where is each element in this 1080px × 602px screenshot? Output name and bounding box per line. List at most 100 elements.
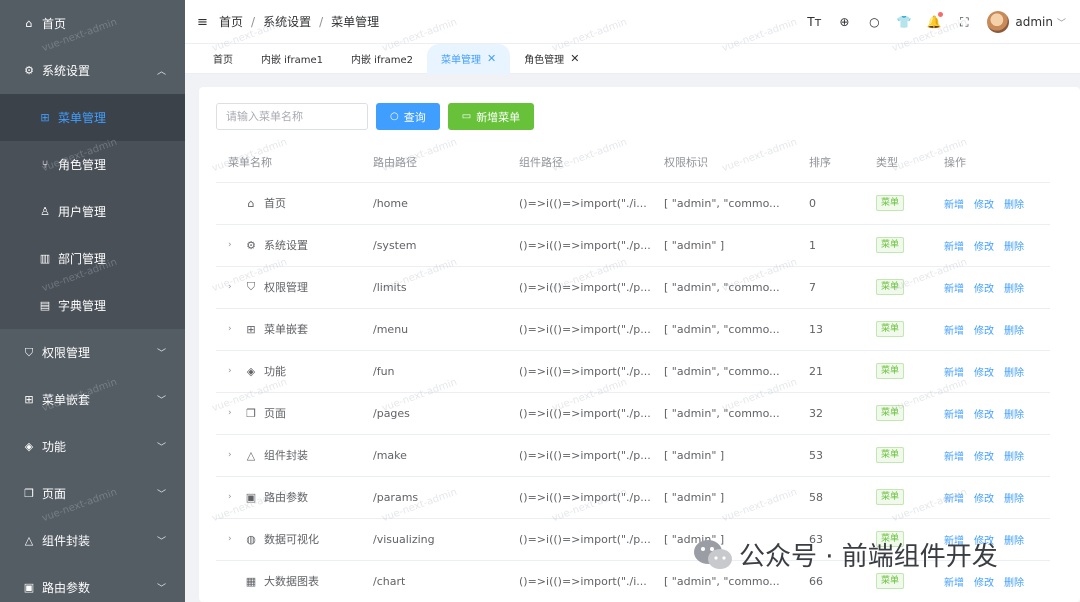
tab-iframe1[interactable]: 内嵌 iframe1 — [247, 44, 337, 74]
edit-link[interactable]: 修改 — [974, 494, 994, 505]
sidebar-item-department-management[interactable]: ▥ 部门管理 — [0, 235, 185, 282]
table-row[interactable]: › ⊞ 菜单嵌套/menu ()=>i(()=>import("./p...[ "ad… — [216, 308, 1050, 351]
cell-component: ()=>i(()=>import("./p... — [507, 434, 652, 477]
sidebar-item-permissions[interactable]: ⛉ 权限管理 ﹀ — [0, 329, 185, 376]
menu-name-search-input[interactable] — [216, 103, 368, 130]
font-size-icon[interactable]: Tт — [807, 15, 821, 29]
cell-component: ()=>i(()=>import("./p... — [507, 350, 652, 393]
sidebar-item-label: 字典管理 — [58, 299, 107, 313]
cell-path: /limits — [361, 266, 507, 309]
sidebar-item-dictionary-management[interactable]: ▤ 字典管理 — [0, 282, 185, 329]
language-icon[interactable]: ⊕ — [837, 15, 851, 29]
sidebar-item-components[interactable]: △ 组件封装 ﹀ — [0, 517, 185, 564]
fullscreen-icon[interactable]: ⛶ — [957, 15, 971, 29]
sidebar-item-nested-menu[interactable]: ⊞ 菜单嵌套 ﹀ — [0, 376, 185, 423]
delete-link[interactable]: 删除 — [1004, 410, 1024, 421]
cell-component: ()=>i(()=>import("./p... — [507, 476, 652, 519]
breadcrumb-item[interactable]: 首页 — [219, 13, 243, 30]
menu-fold-icon[interactable]: ≡ — [197, 15, 211, 30]
expand-chevron-icon[interactable]: › — [228, 366, 238, 376]
sidebar-item-functions[interactable]: ◈ 功能 ﹀ — [0, 423, 185, 470]
tab-role-management[interactable]: 角色管理 ✕ — [510, 44, 593, 74]
edit-link[interactable]: 修改 — [974, 452, 994, 463]
sidebar-item-pages[interactable]: ❐ 页面 ﹀ — [0, 470, 185, 517]
add-link[interactable]: 新增 — [944, 368, 964, 379]
sidebar-item-user-management[interactable]: ♙ 用户管理 — [0, 188, 185, 235]
edit-link[interactable]: 修改 — [974, 578, 994, 589]
close-icon[interactable]: ✕ — [487, 52, 496, 65]
chevron-down-icon[interactable]: ﹀ — [1057, 16, 1066, 29]
delete-link[interactable]: 删除 — [1004, 200, 1024, 211]
add-link[interactable]: 新增 — [944, 578, 964, 589]
edit-link[interactable]: 修改 — [974, 200, 994, 211]
table-row[interactable]: › ▣ 路由参数/params ()=>i(()=>import("./p...[ "… — [216, 476, 1050, 519]
cell-permission: [ "admin" ] — [652, 476, 797, 519]
table-row[interactable]: › ⛉ 权限管理/limits ()=>i(()=>import("./p...[ "… — [216, 266, 1050, 309]
edit-link[interactable]: 修改 — [974, 284, 994, 295]
search-icon[interactable]: ○ — [867, 15, 881, 29]
expand-chevron-icon[interactable]: › — [228, 324, 238, 334]
add-link[interactable]: 新增 — [944, 242, 964, 253]
add-link[interactable]: 新增 — [944, 200, 964, 211]
sidebar-item-menu-management[interactable]: ⊞ 菜单管理 — [0, 94, 185, 141]
add-link[interactable]: 新增 — [944, 410, 964, 421]
delete-link[interactable]: 删除 — [1004, 242, 1024, 253]
name-cell: › ❐ 页面 — [228, 405, 361, 421]
cube-icon: ◈ — [24, 440, 34, 453]
expand-chevron-icon[interactable]: › — [228, 408, 238, 418]
cell-path: /visualizing — [361, 518, 507, 561]
add-link[interactable]: 新增 — [944, 494, 964, 505]
expand-chevron-icon[interactable]: › — [228, 282, 238, 292]
delete-link[interactable]: 删除 — [1004, 536, 1024, 547]
table-row[interactable]: › ◈ 功能/fun ()=>i(()=>import("./p...[ "admin… — [216, 350, 1050, 393]
close-icon[interactable]: ✕ — [570, 52, 579, 65]
column-header: 排序 — [797, 142, 864, 183]
delete-link[interactable]: 删除 — [1004, 452, 1024, 463]
sidebar-item-role-management[interactable]: ⑂ 角色管理 — [0, 141, 185, 188]
add-link[interactable]: 新增 — [944, 284, 964, 295]
add-menu-button[interactable]: ▭ 新增菜单 — [447, 103, 535, 130]
column-header: 组件路径 — [507, 142, 652, 183]
delete-link[interactable]: 删除 — [1004, 284, 1024, 295]
add-link[interactable]: 新增 — [944, 326, 964, 337]
avatar[interactable] — [987, 11, 1010, 33]
sidebar-item-system[interactable]: ⚙ 系统设置 ︿ — [0, 47, 185, 94]
table-row[interactable]: › ⚙ 系统设置/system ()=>i(()=>import("./p...[ "… — [216, 224, 1050, 267]
expand-chevron-icon[interactable]: › — [228, 240, 238, 250]
delete-link[interactable]: 删除 — [1004, 326, 1024, 337]
name-cell: › ⛉ 权限管理 — [228, 279, 361, 295]
expand-chevron-icon[interactable]: › — [228, 450, 238, 460]
delete-link[interactable]: 删除 — [1004, 578, 1024, 589]
bell-icon[interactable]: 🔔 — [927, 12, 944, 29]
table-row[interactable]: ⌂ 首页/home ()=>i(()=>import("./i...[ "admin… — [216, 182, 1050, 225]
expand-chevron-icon[interactable]: › — [228, 534, 238, 544]
sidebar-item-home[interactable]: ⌂ 首页 — [0, 0, 185, 47]
table-row[interactable]: › △ 组件封装/make ()=>i(()=>import("./p...[ "ad… — [216, 434, 1050, 477]
username[interactable]: admin — [1015, 15, 1053, 29]
edit-link[interactable]: 修改 — [974, 410, 994, 421]
query-button[interactable]: ○ 查询 — [376, 103, 440, 130]
breadcrumb-item[interactable]: 系统设置 — [263, 13, 311, 30]
add-link[interactable]: 新增 — [944, 452, 964, 463]
tags-view: 首页 内嵌 iframe1 内嵌 iframe2 菜单管理 ✕ 角色管理 ✕ — [185, 43, 1080, 74]
menu-item-icon: ❐ — [246, 406, 256, 420]
delete-link[interactable]: 删除 — [1004, 494, 1024, 505]
sidebar-item-label: 路由参数 — [42, 581, 91, 595]
cell-component: ()=>i(()=>import("./p... — [507, 224, 652, 267]
sidebar-item-label: 首页 — [42, 17, 67, 31]
tab-menu-management[interactable]: 菜单管理 ✕ — [426, 43, 511, 74]
edit-link[interactable]: 修改 — [974, 368, 994, 379]
sidebar-item-route-params[interactable]: ▣ 路由参数 ﹀ — [0, 564, 185, 602]
cell-name: › ❐ 页面 — [216, 392, 361, 435]
chevron-down-icon: ﹀ — [157, 349, 167, 359]
expand-chevron-icon[interactable]: › — [228, 492, 238, 502]
tab-home[interactable]: 首页 — [199, 44, 247, 74]
delete-link[interactable]: 删除 — [1004, 368, 1024, 379]
theme-shirt-icon[interactable]: 👕 — [897, 15, 912, 29]
edit-link[interactable]: 修改 — [974, 242, 994, 253]
tab-iframe2[interactable]: 内嵌 iframe2 — [337, 44, 427, 74]
menu-name: 菜单嵌套 — [264, 323, 308, 336]
edit-link[interactable]: 修改 — [974, 326, 994, 337]
cell-path: /menu — [361, 308, 507, 351]
table-row[interactable]: › ❐ 页面/pages ()=>i(()=>import("./p...[ "adm… — [216, 392, 1050, 435]
